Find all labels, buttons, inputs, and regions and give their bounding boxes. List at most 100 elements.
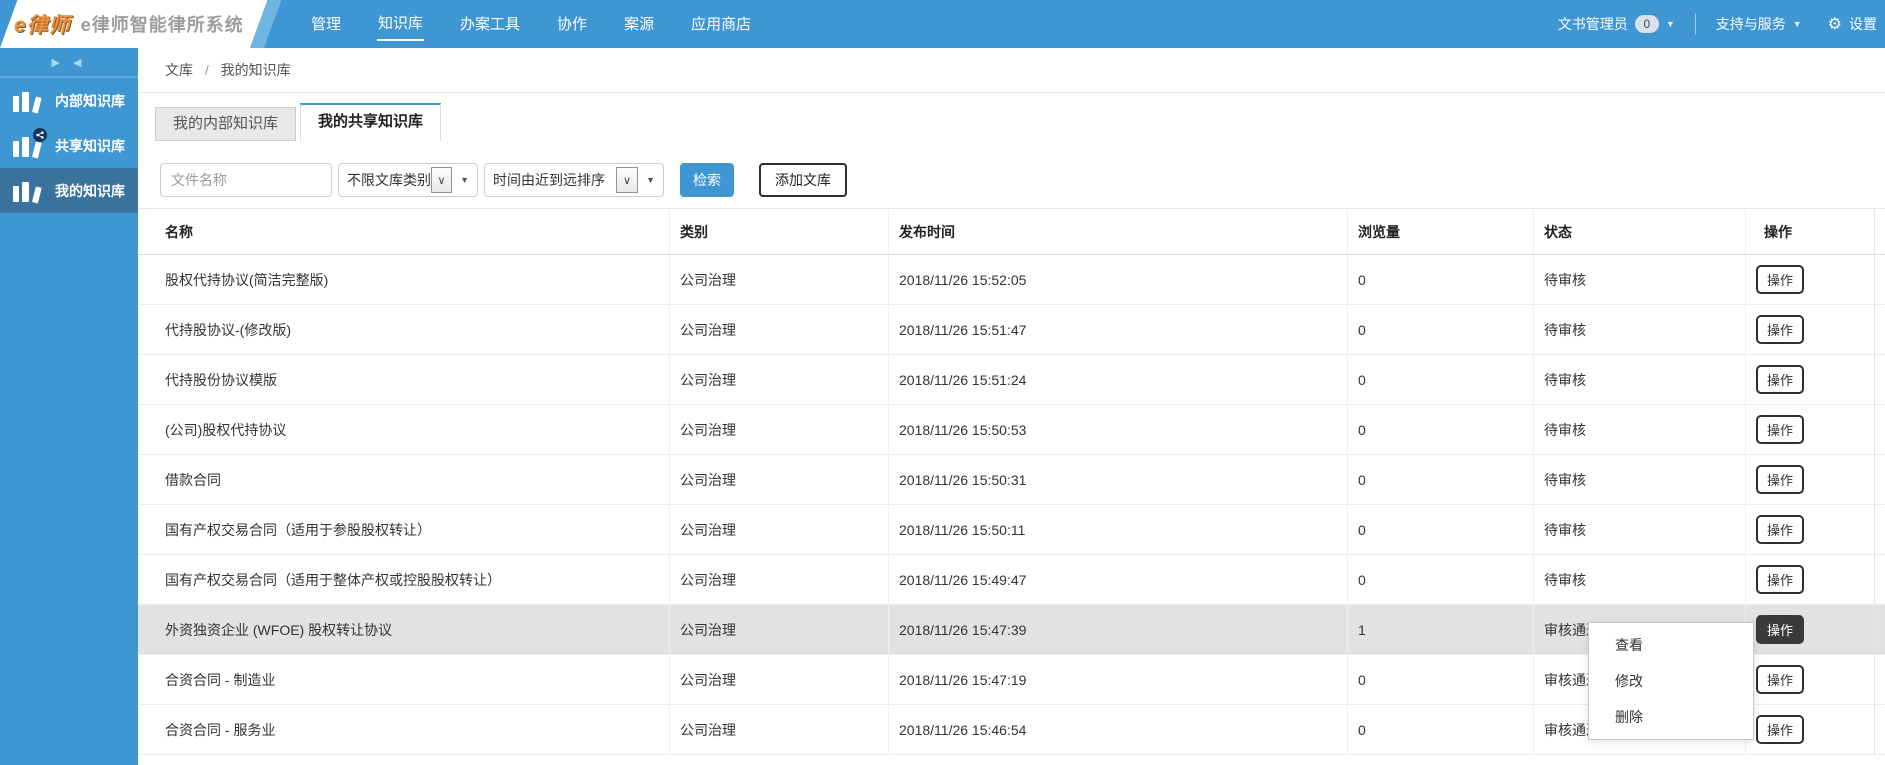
sidebar-item-2[interactable]: 我的知识库: [0, 168, 138, 213]
search-button[interactable]: 检索: [680, 163, 734, 197]
table-right-border: [1874, 208, 1875, 755]
file-name-input[interactable]: [160, 163, 332, 197]
table-row: 国有产权交易合同（适用于整体产权或控股股权转让） 公司治理 2018/11/26 1…: [138, 555, 1885, 605]
column-actions: 操作: [1745, 209, 1885, 254]
cell-views: 0: [1347, 255, 1533, 304]
book-bar: [22, 136, 29, 157]
nav-item-5[interactable]: 应用商店: [690, 9, 752, 40]
sidebar-item-label: 共享知识库: [55, 137, 125, 154]
book-bar: [13, 140, 19, 157]
cell-name: (公司)股权代持协议: [165, 421, 287, 438]
header-right: 文书管理员 0 ▼ 支持与服务 ▼ ⚙ 设置: [1558, 0, 1877, 48]
cell-name: 国有产权交易合同（适用于参股股权转让）: [165, 521, 431, 538]
cell-published: 2018/11/26 15:49:47: [888, 555, 1347, 604]
cell-category: 公司治理: [669, 505, 888, 554]
books-share-icon: [13, 127, 47, 158]
cell-published: 2018/11/26 15:46:54: [888, 705, 1347, 754]
breadcrumb-root[interactable]: 文库: [165, 62, 193, 78]
table-row: 国有产权交易合同（适用于参股股权转让） 公司治理 2018/11/26 15:50:…: [138, 505, 1885, 555]
cell-category: 公司治理: [669, 255, 888, 304]
collapse-icon: ▶ ◀: [51, 56, 87, 69]
menu-item-2[interactable]: 删除: [1589, 699, 1753, 735]
column-category: 类别: [669, 209, 888, 254]
tab-0[interactable]: 我的内部知识库: [155, 107, 297, 141]
cell-published: 2018/11/26 15:47:19: [888, 655, 1347, 704]
row-action-button[interactable]: 操作: [1756, 515, 1805, 544]
top-header: e律师 e律师智能律所系统 管理 知识库 办案工具 协作 案源 应用商店 文书管理员 0 …: [0, 0, 1885, 48]
sidebar-item-0[interactable]: 内部知识库: [0, 78, 138, 123]
column-status: 状态: [1533, 209, 1745, 254]
cell-status: 待审核: [1533, 555, 1745, 604]
row-action-menu: 查看 修改 删除: [1588, 622, 1754, 740]
breadcrumb-current: 我的知识库: [220, 62, 291, 78]
tab-1[interactable]: 我的共享知识库: [300, 103, 442, 141]
user-menu[interactable]: 文书管理员 0 ▼: [1558, 14, 1675, 34]
row-action-button[interactable]: 操作: [1756, 265, 1805, 294]
cell-category: 公司治理: [669, 555, 888, 604]
cell-category: 公司治理: [669, 305, 888, 354]
user-role-label: 文书管理员: [1557, 16, 1628, 32]
notification-badge: 0: [1634, 15, 1659, 33]
breadcrumb-separator: /: [204, 62, 209, 78]
book-bar: [32, 185, 42, 203]
cell-actions: 操作: [1745, 705, 1885, 754]
sort-select-value: 时间由近到远排序: [493, 172, 605, 188]
support-menu[interactable]: 支持与服务 ▼: [1716, 14, 1802, 34]
cell-category: 公司治理: [669, 655, 888, 704]
cell-actions: 操作: [1745, 605, 1885, 654]
row-action-button[interactable]: 操作: [1756, 665, 1805, 694]
cell-category: 公司治理: [669, 705, 888, 754]
cell-status: 待审核: [1533, 405, 1745, 454]
cell-actions: 操作: [1745, 505, 1885, 554]
gear-icon: ⚙: [1827, 16, 1842, 33]
cell-views: 1: [1347, 605, 1533, 654]
cell-category: 公司治理: [669, 455, 888, 504]
row-action-button[interactable]: 操作: [1756, 365, 1805, 394]
cell-published: 2018/11/26 15:51:24: [888, 355, 1347, 404]
cell-published: 2018/11/26 15:50:31: [888, 455, 1347, 504]
cell-views: 0: [1347, 555, 1533, 604]
category-select[interactable]: 不限文库类别 ∨ ▼: [338, 163, 478, 197]
book-bar: [13, 95, 19, 112]
menu-item-1[interactable]: 修改: [1589, 663, 1753, 699]
add-library-button[interactable]: 添加文库: [759, 163, 847, 197]
cell-actions: 操作: [1745, 555, 1885, 604]
cell-published: 2018/11/26 15:50:53: [888, 405, 1347, 454]
cell-views: 0: [1347, 405, 1533, 454]
cell-published: 2018/11/26 15:51:47: [888, 305, 1347, 354]
row-action-button[interactable]: 操作: [1756, 465, 1805, 494]
top-nav: 管理 知识库 办案工具 协作 案源 应用商店: [310, 0, 752, 48]
sidebar: ▶ ◀ 内部知识库共享知识库我的知识库: [0, 48, 138, 765]
settings-button[interactable]: ⚙ 设置: [1828, 14, 1877, 34]
row-action-button[interactable]: 操作: [1756, 565, 1805, 594]
sort-select[interactable]: 时间由近到远排序 ∨ ▼: [484, 163, 664, 197]
cell-category: 公司治理: [669, 355, 888, 404]
nav-item-3[interactable]: 协作: [556, 9, 588, 40]
row-action-button[interactable]: 操作: [1756, 315, 1805, 344]
row-action-button[interactable]: 操作: [1756, 715, 1805, 744]
table-row: 股权代持协议(简洁完整版) 公司治理 2018/11/26 15:52:05 0 待审核…: [138, 255, 1885, 305]
nav-item-0[interactable]: 管理: [310, 9, 342, 40]
breadcrumb: 文库 / 我的知识库: [138, 48, 1885, 93]
logo[interactable]: e律师 e律师智能律所系统: [14, 0, 244, 48]
sidebar-collapse-button[interactable]: ▶ ◀: [0, 48, 138, 78]
row-action-button[interactable]: 操作: [1756, 415, 1805, 444]
nav-item-2[interactable]: 办案工具: [459, 9, 521, 40]
sidebar-item-label: 我的知识库: [55, 182, 125, 199]
menu-item-0[interactable]: 查看: [1589, 627, 1753, 663]
nav-item-1[interactable]: 知识库: [377, 8, 425, 41]
cell-actions: 操作: [1745, 405, 1885, 454]
row-action-button[interactable]: 操作: [1756, 615, 1805, 644]
books-icon: [13, 90, 43, 113]
cell-name: 借款合同: [165, 471, 221, 488]
column-name: 名称: [165, 223, 193, 240]
cell-views: 0: [1347, 705, 1533, 754]
sidebar-item-1[interactable]: 共享知识库: [0, 123, 138, 168]
cell-name: 国有产权交易合同（适用于整体产权或控股股权转让）: [165, 571, 501, 588]
cell-status: 待审核: [1533, 305, 1745, 354]
table-row: 代持股份协议模版 公司治理 2018/11/26 15:51:24 0 待审核 操作: [138, 355, 1885, 405]
nav-item-4[interactable]: 案源: [623, 9, 655, 40]
chevron-down-icon: ▼: [1665, 19, 1675, 29]
table-row: 代持股协议-(修改版) 公司治理 2018/11/26 15:51:47 0 待审核 操作: [138, 305, 1885, 355]
cell-actions: 操作: [1745, 355, 1885, 404]
